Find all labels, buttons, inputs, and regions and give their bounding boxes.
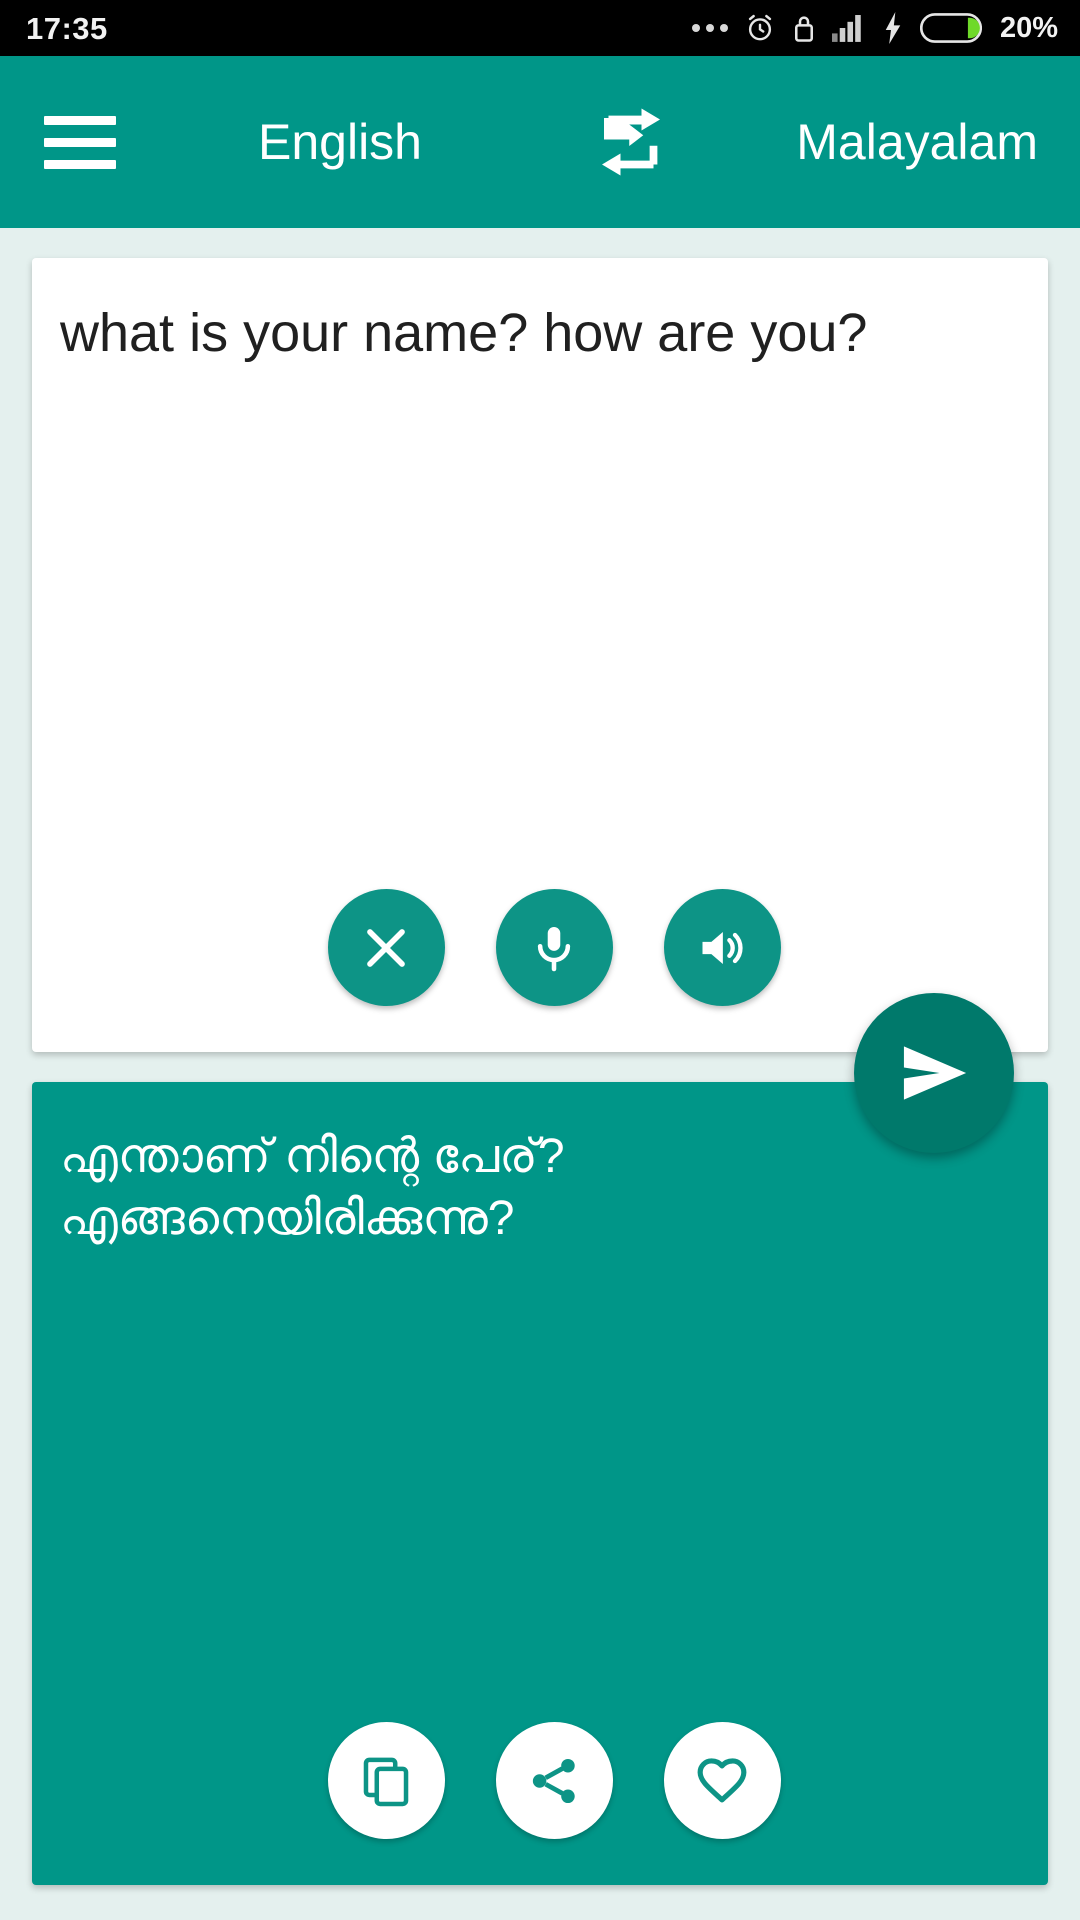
- translated-text-line-1: എന്താണ് നിന്റെ പേര്?: [60, 1130, 565, 1183]
- source-language-button[interactable]: English: [258, 113, 422, 171]
- battery-icon: [919, 13, 982, 43]
- translation-action-buttons: [32, 1722, 1048, 1839]
- menu-icon[interactable]: [44, 115, 148, 169]
- microphone-icon: [537, 926, 571, 971]
- alarm-clock-icon: [748, 14, 772, 41]
- status-bar-clock: 17:35: [26, 10, 108, 46]
- app-bar: English Malayalam: [0, 56, 1080, 228]
- copy-button[interactable]: [327, 1722, 445, 1839]
- favorite-button[interactable]: [663, 1722, 781, 1839]
- status-bar: 17:35 20%: [0, 0, 1080, 56]
- send-button[interactable]: [854, 993, 1014, 1153]
- swap-languages-icon[interactable]: [598, 107, 664, 177]
- target-language-button[interactable]: Malayalam: [796, 113, 1038, 171]
- charging-bolt-icon: [885, 12, 901, 44]
- battery-percent-label: 20%: [999, 11, 1058, 44]
- translated-text: എന്താണ് നിന്റെ പേര്? എങ്ങനെയിരിക്കുന്നു?: [60, 1126, 1020, 1251]
- microphone-button[interactable]: [495, 889, 613, 1006]
- copy-icon: [363, 1757, 409, 1806]
- app-screen: 17:35 20% English Malayalam what is your…: [0, 0, 1080, 1920]
- source-text-input[interactable]: what is your name? how are you?: [60, 300, 1020, 368]
- share-icon: [532, 1758, 575, 1803]
- lock-icon: [794, 16, 813, 42]
- translated-text-line-2: എങ്ങനെയിരിക്കുന്നു?: [60, 1192, 515, 1246]
- speaker-icon: [702, 931, 743, 964]
- heart-icon: [697, 1757, 747, 1802]
- send-icon: [903, 1046, 967, 1100]
- status-bar-icons: 20%: [691, 11, 1058, 45]
- close-icon: [367, 928, 405, 967]
- share-button[interactable]: [495, 1722, 613, 1839]
- clear-button[interactable]: [327, 889, 445, 1006]
- more-dots-icon: [691, 24, 728, 32]
- translated-text-card[interactable]: എന്താണ് നിന്റെ പേര്? എങ്ങനെയിരിക്കുന്നു?: [32, 1082, 1048, 1885]
- source-text-card[interactable]: what is your name? how are you?: [32, 258, 1048, 1052]
- signal-bars-icon: [831, 15, 861, 42]
- source-action-buttons: [32, 889, 1048, 1006]
- speak-button[interactable]: [663, 889, 781, 1006]
